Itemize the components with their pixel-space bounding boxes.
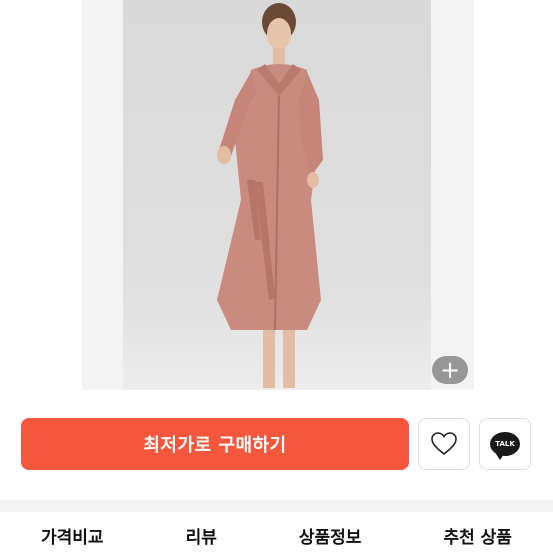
heart-icon (431, 432, 457, 456)
product-photo[interactable] (123, 0, 431, 390)
wishlist-button[interactable] (418, 418, 470, 470)
buy-lowest-price-button[interactable]: 최저가로 구매하기 (21, 418, 409, 470)
tab-bar: 가격비교 리뷰 상품정보 추천 상품 (0, 512, 553, 553)
tab-product-info[interactable]: 상품정보 (299, 523, 362, 553)
section-divider (0, 500, 553, 512)
buy-button-label: 최저가로 구매하기 (143, 435, 287, 456)
talk-label: TALK (495, 440, 515, 448)
tab-price-compare[interactable]: 가격비교 (41, 523, 104, 553)
tab-reviews[interactable]: 리뷰 (186, 523, 217, 553)
talk-button[interactable]: TALK (479, 418, 531, 470)
talk-icon: TALK (490, 432, 520, 460)
dress-model-illustration (217, 3, 323, 388)
tab-recommended[interactable]: 추천 상품 (443, 523, 511, 553)
zoom-button[interactable]: + (432, 356, 468, 384)
plus-icon: + (439, 356, 461, 384)
